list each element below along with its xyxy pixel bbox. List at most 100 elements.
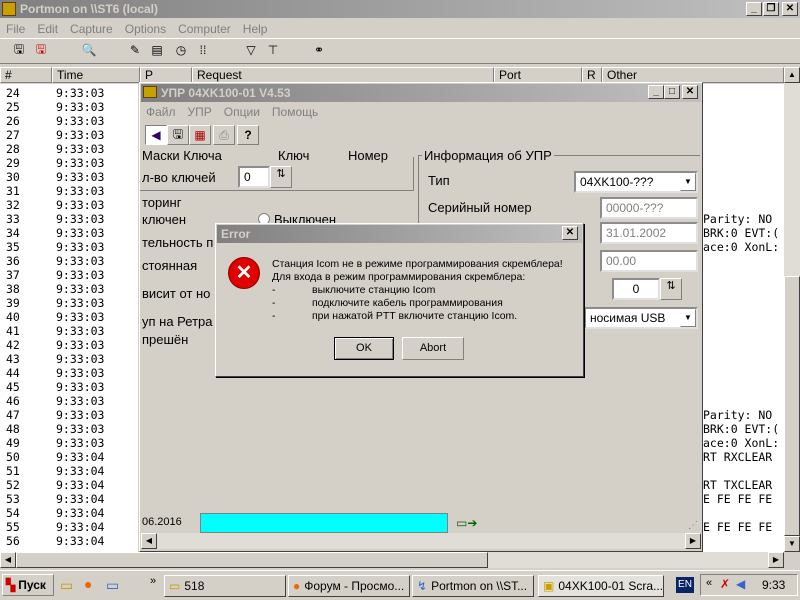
info-spinner[interactable]: ⇅ xyxy=(660,278,682,300)
table-row[interactable]: 44 9:33:03 xyxy=(0,366,138,380)
language-indicator[interactable]: EN xyxy=(676,577,694,593)
col-port[interactable]: Port xyxy=(494,67,582,83)
scroll-thumb[interactable] xyxy=(784,276,800,536)
menu-help[interactable]: Help xyxy=(237,20,274,38)
upr-help-icon[interactable]: ? xyxy=(237,125,259,145)
menu-capture[interactable]: Capture xyxy=(64,20,119,38)
table-row[interactable]: 50 9:33:04 xyxy=(0,450,138,464)
highlight-icon[interactable]: ⊤ xyxy=(262,40,284,60)
table-row[interactable]: 26 9:33:03 xyxy=(0,114,138,128)
quicklaunch-folder-icon[interactable]: ▭ xyxy=(60,577,73,594)
tray-expand-icon[interactable]: « xyxy=(706,577,712,589)
upr-close-button[interactable]: ✕ xyxy=(682,85,698,99)
scroll-down-button[interactable]: ▼ xyxy=(784,536,800,552)
menu-edit[interactable]: Edit xyxy=(31,20,64,38)
info-spin-field[interactable]: 0 xyxy=(612,278,660,300)
upr-hscroll[interactable] xyxy=(141,533,701,549)
upr-menu-file[interactable]: Файл xyxy=(140,103,182,121)
upr-menu-options[interactable]: Опции xyxy=(218,103,266,121)
upr-hscroll-right[interactable]: ▶ xyxy=(685,533,701,549)
autoscroll-icon[interactable]: ▤ xyxy=(146,40,168,60)
table-row[interactable]: 54 9:33:04 xyxy=(0,506,138,520)
table-row[interactable]: 48 9:33:03 xyxy=(0,422,138,436)
table-row[interactable]: 35 9:33:03 xyxy=(0,240,138,254)
clock-icon[interactable]: ◷ xyxy=(170,40,192,60)
taskbar-btn-forum[interactable]: ● Форум - Просмо... xyxy=(288,575,410,597)
hscroll-right-button[interactable]: ▶ xyxy=(768,552,784,568)
ports-icon[interactable]: ⁞⁞ xyxy=(192,40,214,60)
table-row[interactable]: 42 9:33:03 xyxy=(0,338,138,352)
table-row[interactable]: 43 9:33:03 xyxy=(0,352,138,366)
col-number[interactable]: # xyxy=(0,67,52,83)
upr-program-icon[interactable]: ▦ xyxy=(189,125,211,145)
keys-count-spinner[interactable]: ⇅ xyxy=(270,166,292,188)
table-row[interactable]: 51 9:33:04 xyxy=(0,464,138,478)
portmon-close-button[interactable]: ✕ xyxy=(782,2,798,16)
upr-menu-upr[interactable]: УПР xyxy=(182,103,218,121)
portmon-minimize-button[interactable]: _ xyxy=(746,2,762,16)
abort-button[interactable]: Abort xyxy=(402,337,464,360)
table-row[interactable]: 33 9:33:03 xyxy=(0,212,138,226)
tray-network-icon[interactable]: ✗ xyxy=(720,577,730,591)
table-row[interactable]: 32 9:33:03 xyxy=(0,198,138,212)
col-other[interactable]: Other xyxy=(602,67,784,83)
error-close-button[interactable]: ✕ xyxy=(562,226,578,240)
col-request[interactable]: Request xyxy=(192,67,494,83)
upr-maximize-button[interactable]: □ xyxy=(664,85,680,99)
ok-button[interactable]: OK xyxy=(334,337,394,360)
upr-exit-icon[interactable]: ◀ xyxy=(145,125,167,145)
upr-menu-help[interactable]: Помощь xyxy=(266,103,324,121)
col-result[interactable]: R xyxy=(582,67,602,83)
table-row[interactable]: 25 9:33:03 xyxy=(0,100,138,114)
table-row[interactable]: 39 9:33:03 xyxy=(0,296,138,310)
quicklaunch-desktop-icon[interactable]: ▭ xyxy=(106,577,119,594)
upr-save-icon[interactable]: 🖫 xyxy=(167,125,189,145)
menu-computer[interactable]: Computer xyxy=(172,20,237,38)
table-row[interactable]: 55 9:33:04 xyxy=(0,520,138,534)
taskbar-btn-folder[interactable]: ▭ 518 xyxy=(164,575,286,597)
table-row[interactable]: 49 9:33:03 xyxy=(0,436,138,450)
log-other-pane[interactable]: Parity: NO BRK:0 EVT:(ace:0 XonL: Parity: … xyxy=(700,84,784,552)
capture-icon[interactable]: ✎ xyxy=(124,40,146,60)
table-row[interactable]: 36 9:33:03 xyxy=(0,254,138,268)
save-icon[interactable]: 🖫 xyxy=(8,40,30,60)
hscroll-left-button[interactable]: ◀ xyxy=(0,552,16,568)
table-row[interactable]: 24 9:33:03 xyxy=(0,86,138,100)
start-button[interactable]: ▚ Пуск xyxy=(2,574,54,596)
clock[interactable]: 9:33 xyxy=(762,578,785,592)
log-list[interactable]: 24 9:33:03 25 9:33:03 26 9:33:03 27 9:33:03 28 9:… xyxy=(0,84,138,552)
table-row[interactable]: 29 9:33:03 xyxy=(0,156,138,170)
table-row[interactable]: 31 9:33:03 xyxy=(0,184,138,198)
taskbar-btn-upr[interactable]: ▣ 04XK100-01 Scra... xyxy=(538,575,664,597)
filter-icon[interactable]: ▽ xyxy=(240,40,262,60)
tray-volume-icon[interactable]: ◀ xyxy=(736,577,745,591)
table-row[interactable]: 46 9:33:03 xyxy=(0,394,138,408)
hscroll-thumb[interactable] xyxy=(16,552,488,568)
keys-count-field[interactable]: 0 xyxy=(238,166,270,188)
table-row[interactable]: 53 9:33:04 xyxy=(0,492,138,506)
quicklaunch-overflow-icon[interactable]: » xyxy=(150,575,156,587)
table-row[interactable]: 37 9:33:03 xyxy=(0,268,138,282)
find-icon[interactable]: 🔍 xyxy=(78,40,100,60)
taskbar-btn-portmon[interactable]: ↯ Portmon on \\ST... xyxy=(412,575,534,597)
upr-minimize-button[interactable]: _ xyxy=(648,85,664,99)
table-row[interactable]: 28 9:33:03 xyxy=(0,142,138,156)
portmon-maximize-button[interactable]: ❐ xyxy=(763,2,779,16)
table-row[interactable]: 52 9:33:04 xyxy=(0,478,138,492)
table-row[interactable]: 45 9:33:03 xyxy=(0,380,138,394)
table-row[interactable]: 27 9:33:03 xyxy=(0,128,138,142)
table-row[interactable]: 47 9:33:03 xyxy=(0,408,138,422)
type-select-arrow[interactable]: ▼ xyxy=(680,173,696,191)
table-row[interactable]: 30 9:33:03 xyxy=(0,170,138,184)
save-as-icon[interactable]: 🖫 xyxy=(30,40,52,60)
binoculars-icon[interactable]: ⚭ xyxy=(308,40,330,60)
table-row[interactable]: 41 9:33:03 xyxy=(0,324,138,338)
table-row[interactable]: 34 9:33:03 xyxy=(0,226,138,240)
table-row[interactable]: 40 9:33:03 xyxy=(0,310,138,324)
table-row[interactable]: 56 9:33:04 xyxy=(0,534,138,548)
upr-hscroll-left[interactable]: ◀ xyxy=(141,533,157,549)
col-process[interactable]: P xyxy=(140,67,192,83)
menu-options[interactable]: Options xyxy=(119,20,172,38)
col-time[interactable]: Time xyxy=(52,67,140,83)
upr-print-icon[interactable]: ⎙ xyxy=(213,125,235,145)
